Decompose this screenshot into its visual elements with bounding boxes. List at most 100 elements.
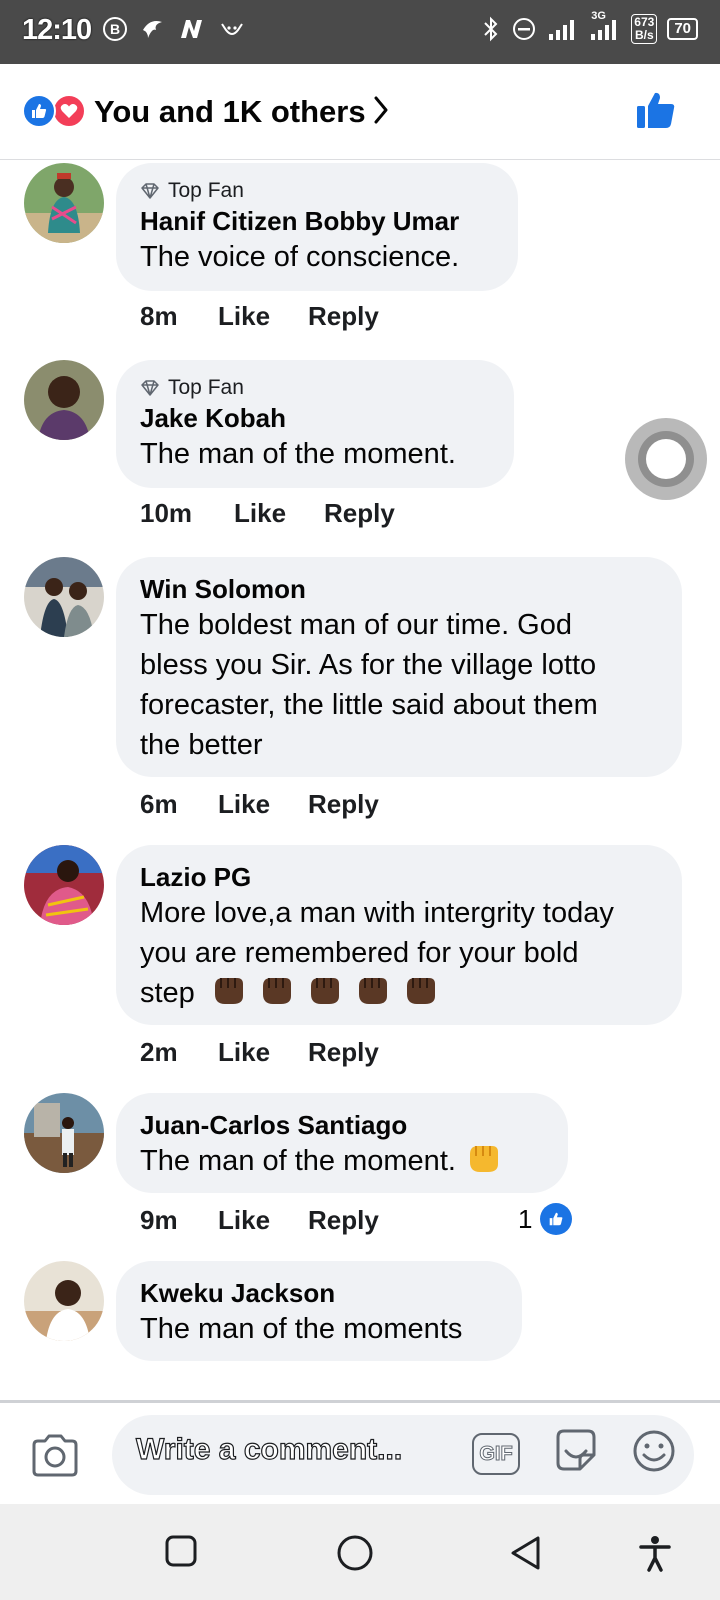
like-reaction-icon — [540, 1203, 573, 1235]
diamond-icon — [141, 183, 159, 199]
n-app-icon — [178, 16, 206, 42]
home-button[interactable] — [336, 1534, 374, 1577]
badge-label: Top Fan — [168, 179, 244, 202]
net-speed: 673 B/s — [631, 14, 658, 44]
comment-bubble[interactable]: Top Fan Jake Kobah The man of the moment… — [116, 360, 514, 488]
avatar[interactable] — [24, 1093, 104, 1173]
reply-button[interactable]: Reply — [308, 789, 408, 820]
comment-text: The boldest man of our time. God bless y… — [140, 605, 658, 765]
system-nav-bar — [0, 1504, 720, 1600]
like-button[interactable]: Like — [218, 789, 308, 820]
floating-button-ring — [638, 431, 694, 487]
signal-3g-icon: 3G — [589, 10, 621, 42]
emoji-icon[interactable] — [632, 1429, 676, 1478]
signal-icon — [547, 16, 579, 42]
comment-text-line: The boldest man of our time. God — [140, 609, 572, 641]
raised-fist-emoji — [209, 977, 441, 1009]
gif-button[interactable]: GIF — [472, 1433, 520, 1475]
net-speed-value: 673 — [634, 15, 655, 29]
comment-text-line: forecaster, the little said about them — [140, 689, 598, 721]
net-speed-unit: B/s — [634, 28, 654, 42]
reactions-summary[interactable]: You and 1K others — [94, 94, 366, 130]
like-reaction-icon — [22, 94, 56, 128]
comment-text: More love,a man with intergrity today yo… — [140, 893, 658, 1013]
like-button[interactable]: Like — [218, 1037, 308, 1068]
status-left-icons: B — [102, 16, 246, 42]
comment-text-content: The man of the moment. — [140, 1145, 456, 1177]
network-type: 3G — [591, 10, 606, 22]
like-button[interactable]: Like — [234, 498, 324, 529]
floating-assistive-button[interactable] — [625, 418, 707, 500]
do-not-disturb-icon — [511, 16, 537, 42]
comment-reaction-count[interactable]: 1 — [518, 1203, 573, 1235]
comment-time: 9m — [140, 1205, 178, 1235]
sticker-icon[interactable] — [552, 1427, 600, 1480]
comment-actions: 6m Like Reply — [140, 789, 408, 820]
camera-icon[interactable] — [30, 1433, 80, 1482]
comment-author[interactable]: Lazio PG — [140, 861, 658, 893]
comment-author[interactable]: Jake Kobah — [140, 402, 490, 434]
reaction-icons[interactable] — [22, 94, 86, 128]
reactions-header: You and 1K others — [0, 64, 720, 160]
comment-actions: 10m Like Reply — [140, 498, 424, 529]
comment-author[interactable]: Juan-Carlos Santiago — [140, 1109, 544, 1141]
avatar[interactable] — [24, 557, 104, 637]
comment-author[interactable]: Hanif Citizen Bobby Umar — [140, 205, 494, 237]
chevron-right-icon[interactable] — [374, 94, 388, 131]
avatar[interactable] — [24, 163, 104, 243]
bird-app-icon — [140, 16, 166, 42]
badge-label: Top Fan — [168, 376, 244, 399]
comment-text: The voice of conscience. — [140, 241, 460, 273]
cat-app-icon — [218, 16, 246, 42]
comment-actions: 8m Like Reply — [140, 301, 408, 332]
comment-author[interactable]: Kweku Jackson — [140, 1277, 498, 1309]
svg-text:B: B — [110, 21, 120, 37]
reply-button[interactable]: Reply — [308, 1205, 408, 1236]
avatar[interactable] — [24, 360, 104, 440]
comment-input-placeholder[interactable]: Write a comment... — [135, 1432, 402, 1467]
comment-text-line-with-emoji: step — [140, 973, 658, 1013]
bluetooth-icon — [481, 16, 501, 42]
love-reaction-icon — [52, 94, 86, 128]
like-post-button[interactable] — [636, 90, 676, 135]
top-fan-badge: Top Fan — [140, 376, 490, 400]
like-button[interactable]: Like — [218, 301, 308, 332]
comment-time: 6m — [140, 789, 178, 819]
accessibility-icon[interactable] — [638, 1534, 672, 1577]
diamond-icon — [141, 380, 159, 396]
top-fan-badge: Top Fan — [140, 179, 494, 203]
comment-text: The man of the moment. — [140, 438, 456, 470]
comment-time: 10m — [140, 498, 193, 528]
avatar[interactable] — [24, 1261, 104, 1341]
comment-bubble[interactable]: Juan-Carlos Santiago The man of the mome… — [116, 1093, 568, 1193]
reply-button[interactable]: Reply — [308, 301, 408, 332]
avatar[interactable] — [24, 845, 104, 925]
comment-time: 2m — [140, 1037, 178, 1067]
comment-text: The man of the moments — [140, 1313, 463, 1345]
recent-apps-button[interactable] — [164, 1534, 198, 1573]
reply-button[interactable]: Reply — [308, 1037, 408, 1068]
b-app-icon: B — [102, 16, 128, 42]
reaction-count: 1 — [518, 1203, 533, 1234]
comment-text-line: More love,a man with intergrity today — [140, 897, 614, 929]
comment-bubble[interactable]: Win Solomon The boldest man of our time.… — [116, 557, 682, 777]
reply-button[interactable]: Reply — [324, 498, 424, 529]
comment-actions: 9m Like Reply — [140, 1205, 408, 1236]
back-button[interactable] — [508, 1534, 544, 1577]
status-bar: 12:10 B 3G 673 B/s 70 — [0, 0, 720, 64]
comment-text: The man of the moment. — [140, 1141, 544, 1181]
status-time: 12:10 — [22, 14, 92, 46]
comment-bubble[interactable]: Top Fan Hanif Citizen Bobby Umar The voi… — [116, 163, 518, 291]
comment-bubble[interactable]: Kweku Jackson The man of the moments — [116, 1261, 522, 1361]
status-right-icons: 3G 673 B/s 70 — [481, 10, 698, 44]
comment-text-line: bless you Sir. As for the village lotto — [140, 649, 597, 681]
raised-fist-emoji — [464, 1145, 504, 1177]
comment-author[interactable]: Win Solomon — [140, 573, 658, 605]
battery-indicator: 70 — [667, 18, 698, 40]
comment-text-line: the better — [140, 729, 263, 761]
comment-time: 8m — [140, 301, 178, 331]
comment-actions: 2m Like Reply — [140, 1037, 408, 1068]
like-button[interactable]: Like — [218, 1205, 308, 1236]
comment-bubble[interactable]: Lazio PG More love,a man with intergrity… — [116, 845, 682, 1025]
comment-composer: Write a comment... GIF — [0, 1400, 720, 1504]
